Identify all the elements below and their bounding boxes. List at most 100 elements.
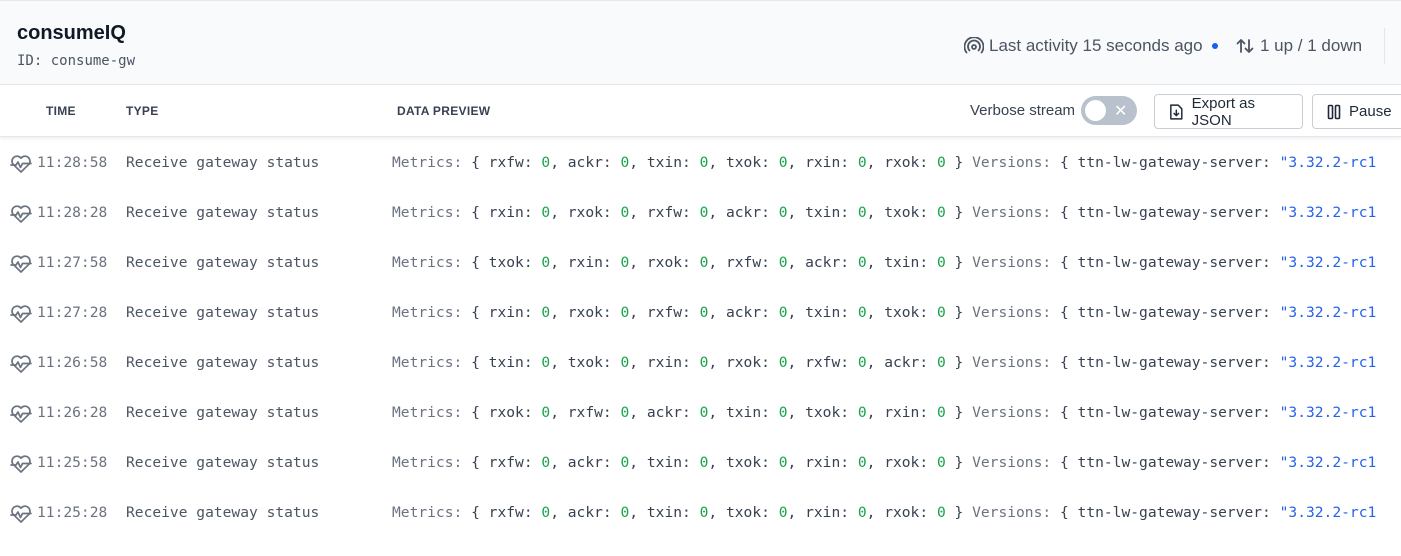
metric-value: 0	[936, 204, 946, 221]
event-type: Receive gateway status	[126, 254, 320, 271]
heartbeat-icon	[10, 355, 32, 373]
versions-label: Versions:	[972, 354, 1052, 371]
event-time: 11:25:28	[37, 504, 108, 521]
traffic-counter: 1 up / 1 down	[1236, 35, 1362, 57]
metric-key: rxfw	[567, 404, 603, 421]
metric-value: 0	[699, 504, 709, 521]
metric-key: ackr	[646, 404, 683, 421]
event-time: 11:26:28	[37, 404, 108, 421]
heartbeat-icon	[10, 155, 32, 173]
version-key: ttn-lw-gateway-server:	[1077, 254, 1271, 271]
metric-key: rxok	[725, 354, 762, 371]
metrics-label: Metrics:	[392, 154, 463, 171]
gateway-title: consumeIQ	[17, 22, 126, 44]
heartbeat-icon	[10, 255, 32, 273]
metrics-label: Metrics:	[392, 354, 463, 371]
metric-key: txok	[725, 454, 762, 471]
metric-key: ackr	[725, 304, 762, 321]
event-type: Receive gateway status	[126, 504, 320, 521]
metric-value: 0	[699, 454, 709, 471]
metric-key: rxin	[805, 454, 841, 471]
metric-value: 0	[620, 204, 630, 221]
metric-value: 0	[857, 154, 867, 171]
event-row[interactable]: 11:27:58 Receive gateway status Metrics:…	[0, 238, 1401, 288]
metric-value: 0	[620, 254, 630, 271]
metric-key: rxfw	[646, 204, 683, 221]
version-key: ttn-lw-gateway-server:	[1077, 504, 1271, 521]
version-key: ttn-lw-gateway-server:	[1077, 304, 1271, 321]
export-json-button[interactable]: Export as JSON	[1154, 94, 1303, 129]
event-time: 11:27:58	[37, 254, 108, 271]
event-type: Receive gateway status	[126, 354, 320, 371]
verbose-stream-toggle[interactable]: ✕	[1081, 96, 1137, 125]
metric-key: rxfw	[488, 504, 524, 521]
pause-label: Pause	[1349, 103, 1392, 120]
metric-key: ackr	[884, 354, 920, 371]
event-row[interactable]: 11:25:58 Receive gateway status Metrics:…	[0, 438, 1401, 488]
metric-value: 0	[541, 254, 551, 271]
metric-key: txin	[805, 304, 841, 321]
verbose-stream-label: Verbose stream	[970, 102, 1076, 119]
metric-key: rxfw	[488, 454, 524, 471]
metric-value: 0	[699, 404, 709, 421]
metric-key: rxok	[884, 154, 920, 171]
version-key: ttn-lw-gateway-server:	[1077, 204, 1271, 221]
metrics-label: Metrics:	[392, 454, 463, 471]
metric-key: rxok	[567, 204, 603, 221]
event-row[interactable]: 11:27:28 Receive gateway status Metrics:…	[0, 288, 1401, 338]
metric-key: txin	[488, 354, 524, 371]
event-row[interactable]: 11:28:28 Receive gateway status Metrics:…	[0, 188, 1401, 238]
version-value: "3.32.2-rc1	[1279, 154, 1377, 171]
metric-value: 0	[699, 154, 709, 171]
toggle-knob	[1085, 100, 1106, 121]
metric-value: 0	[778, 204, 788, 221]
metric-key: txok	[488, 254, 524, 271]
last-activity: Last activity 15 seconds ago	[964, 35, 1218, 57]
version-value: "3.32.2-rc1	[1279, 204, 1377, 221]
metric-value: 0	[857, 504, 867, 521]
metric-key: rxok	[567, 304, 603, 321]
event-data-preview: Metrics: { rxfw: 0, ackr: 0, txin: 0, tx…	[392, 454, 1377, 471]
metrics-label: Metrics:	[392, 404, 463, 421]
event-data-preview: Metrics: { txok: 0, rxin: 0, rxok: 0, rx…	[392, 254, 1377, 271]
metric-value: 0	[541, 354, 551, 371]
metric-key: txok	[884, 204, 920, 221]
heartbeat-icon	[10, 305, 32, 323]
metric-key: txin	[646, 504, 683, 521]
event-time: 11:25:58	[37, 454, 108, 471]
metric-value: 0	[857, 454, 867, 471]
pause-button[interactable]: Pause	[1312, 94, 1401, 129]
version-key: ttn-lw-gateway-server:	[1077, 454, 1271, 471]
metric-key: rxfw	[805, 354, 841, 371]
pause-icon	[1327, 104, 1341, 119]
version-value: "3.32.2-rc1	[1279, 404, 1377, 421]
header-divider	[1384, 28, 1385, 64]
event-row[interactable]: 11:28:58 Receive gateway status Metrics:…	[0, 138, 1401, 188]
version-value: "3.32.2-rc1	[1279, 454, 1377, 471]
metric-value: 0	[857, 254, 867, 271]
event-row[interactable]: 11:26:28 Receive gateway status Metrics:…	[0, 388, 1401, 438]
metric-value: 0	[936, 254, 946, 271]
gateway-id-label: ID:	[17, 53, 43, 69]
column-header-data-preview: DATA PREVIEW	[397, 104, 491, 118]
metric-value: 0	[620, 354, 630, 371]
metrics-label: Metrics:	[392, 304, 463, 321]
metric-key: rxfw	[646, 304, 683, 321]
metric-key: rxin	[805, 504, 841, 521]
metric-key: txin	[646, 154, 683, 171]
version-key: ttn-lw-gateway-server:	[1077, 354, 1271, 371]
metric-key: txin	[805, 204, 841, 221]
event-data-preview: Metrics: { rxin: 0, rxok: 0, rxfw: 0, ac…	[392, 304, 1377, 321]
event-row[interactable]: 11:25:28 Receive gateway status Metrics:…	[0, 488, 1401, 538]
metric-value: 0	[541, 304, 551, 321]
metric-value: 0	[857, 304, 867, 321]
event-row[interactable]: 11:26:58 Receive gateway status Metrics:…	[0, 338, 1401, 388]
events-toolbar: TIME TYPE DATA PREVIEW Verbose stream ✕ …	[0, 85, 1401, 137]
versions-label: Versions:	[972, 404, 1052, 421]
metric-value: 0	[620, 504, 630, 521]
metric-key: txin	[884, 254, 920, 271]
metric-value: 0	[699, 304, 709, 321]
event-list[interactable]: 11:29:28 Receive gateway status Metrics:…	[0, 137, 1401, 556]
metric-value: 0	[936, 404, 946, 421]
event-type: Receive gateway status	[126, 204, 320, 221]
